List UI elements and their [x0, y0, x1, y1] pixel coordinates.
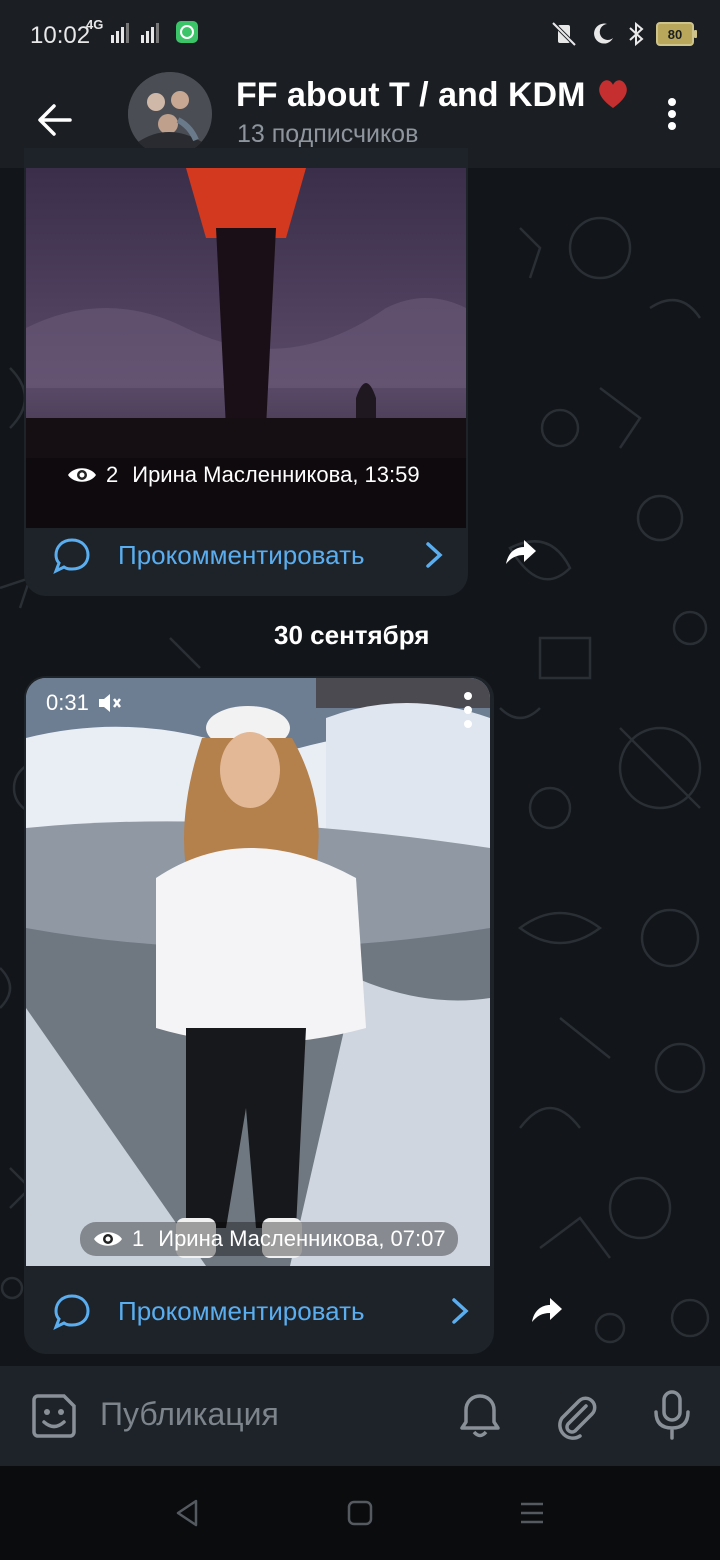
author-time: Ирина Масленникова, 13:59 [132, 462, 420, 487]
vibrate-off-icon [551, 21, 577, 47]
network-type: 4G [86, 16, 104, 32]
message-card-2: 0:31 1 Ирина Масленникова, 07:07 Прокомм… [24, 676, 494, 1354]
date-separator: 30 сентября [274, 619, 430, 650]
status-right-icons: 80 [550, 20, 697, 48]
message-input[interactable]: Публикация [100, 1396, 279, 1433]
comment-label: Прокомментировать [118, 1295, 365, 1326]
comment-bubble-icon [53, 538, 90, 575]
share-forward-icon[interactable] [500, 532, 540, 572]
status-bar: 10:02 4G 80 [0, 0, 720, 72]
moon-icon [594, 23, 613, 44]
comment-row-2[interactable]: Прокомментировать [24, 1266, 494, 1354]
video-menu-icon[interactable] [462, 690, 474, 730]
muted-speaker-icon[interactable] [97, 691, 123, 715]
message-2-video[interactable]: 0:31 1 Ирина Масленникова, 07:07 [26, 678, 490, 1266]
video-duration-overlay: 0:31 [46, 690, 123, 716]
views-count: 2 [106, 462, 119, 487]
views-count: 1 [132, 1226, 145, 1251]
avatar-image [128, 72, 212, 156]
signal-icon [111, 23, 130, 43]
microphone-icon[interactable] [652, 1390, 692, 1440]
bell-icon[interactable] [458, 1392, 502, 1440]
message-input-bar: Публикация [0, 1366, 720, 1466]
author-time: Ирина Масленникова, 07:07 [158, 1226, 446, 1251]
message-1-meta: 2 Ирина Масленникова, 13:59 [54, 458, 432, 492]
sticker-emoji-icon[interactable] [30, 1392, 78, 1440]
video-thumbnail [26, 678, 490, 1266]
more-vert-icon[interactable] [660, 94, 684, 134]
back-arrow-icon[interactable] [34, 98, 78, 142]
message-2-meta: 1 Ирина Масленникова, 07:07 [80, 1222, 458, 1256]
app-notification-icon [176, 21, 199, 43]
status-time: 10:02 [30, 22, 91, 49]
share-forward-icon[interactable] [526, 1290, 566, 1330]
chevron-right-icon [452, 1298, 469, 1324]
message-1-photo[interactable]: 2 Ирина Масленникова, 13:59 [26, 168, 466, 528]
signal-icon-2 [141, 23, 160, 43]
system-nav-bar [0, 1466, 720, 1560]
battery-level: 80 [667, 26, 683, 42]
channel-title[interactable]: FF about T / and KDM [236, 76, 631, 115]
subscriber-count: 13 подписчиков [237, 120, 419, 148]
comment-label: Прокомментировать [118, 539, 365, 570]
status-left-icons: 4G [86, 16, 199, 44]
chevron-right-icon [426, 542, 443, 568]
message-card-1: 2 Ирина Масленникова, 13:59 Прокомментир… [24, 148, 468, 596]
bluetooth-icon [629, 21, 644, 47]
views-eye-icon [68, 468, 96, 482]
comment-bubble-icon [53, 1294, 90, 1331]
nav-recents-icon[interactable] [518, 1499, 546, 1527]
battery-indicator: 80 [656, 22, 697, 46]
views-eye-icon [94, 1232, 122, 1246]
video-duration: 0:31 [46, 690, 89, 715]
nav-back-icon[interactable] [172, 1498, 202, 1528]
attach-paperclip-icon[interactable] [552, 1392, 600, 1440]
channel-avatar[interactable] [128, 72, 212, 156]
nav-home-icon[interactable] [346, 1499, 374, 1527]
comment-row-1[interactable]: Прокомментировать [24, 510, 468, 596]
channel-title-text: FF about T / and KDM [236, 76, 586, 114]
heart-icon [599, 80, 627, 108]
